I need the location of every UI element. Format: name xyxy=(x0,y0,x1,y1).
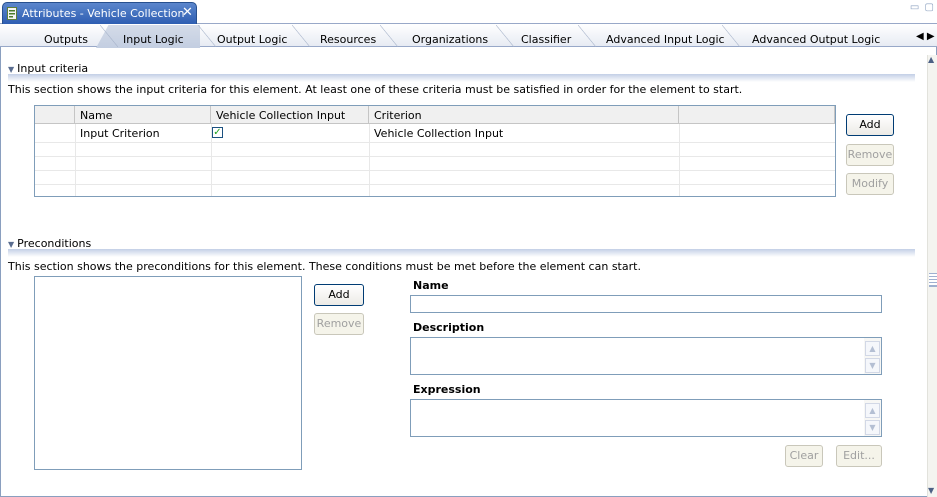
scroll-up-icon[interactable]: ▲ xyxy=(865,403,880,418)
edit-button[interactable]: Edit... xyxy=(836,445,882,467)
tab-advanced-output-logic[interactable]: Advanced Output Logic xyxy=(752,33,880,47)
vehicle-collection-input-checkbox[interactable]: ✓ xyxy=(212,127,223,138)
editor-tab[interactable]: Attributes - Vehicle Collection ✕ xyxy=(2,2,197,24)
remove-precondition-button[interactable]: Remove xyxy=(314,313,364,335)
row-divider xyxy=(35,170,835,171)
preconditions-list[interactable] xyxy=(34,276,302,470)
twistie-expanded-icon[interactable]: ▼ xyxy=(8,65,14,74)
scroll-up-icon[interactable]: ▲ xyxy=(865,341,880,356)
expression-label: Expression xyxy=(413,383,481,396)
window-controls[interactable]: ▭ ▢ xyxy=(910,2,935,13)
tab-outputs[interactable]: Outputs xyxy=(44,33,88,47)
tab-separator xyxy=(100,25,118,47)
row-divider xyxy=(35,156,835,157)
table-header-extra xyxy=(679,106,835,124)
clear-button[interactable]: Clear xyxy=(785,445,823,467)
attributes-editor-icon xyxy=(7,7,17,20)
table-header-name[interactable]: Name xyxy=(75,106,211,124)
table-header-vehicle-collection-input[interactable]: Vehicle Collection Input xyxy=(211,106,369,124)
table-header-blank xyxy=(35,106,75,124)
tab-separator xyxy=(292,25,310,47)
close-icon[interactable]: ✕ xyxy=(182,5,193,20)
scroll-down-icon[interactable]: ▼ xyxy=(928,486,934,495)
expression-scrollbar[interactable]: ▲ ▼ xyxy=(864,400,881,436)
description-label: Description xyxy=(413,321,485,334)
tab-output-logic[interactable]: Output Logic xyxy=(217,33,287,47)
tab-classifier[interactable]: Classifier xyxy=(521,33,571,47)
scroll-up-icon[interactable]: ▲ xyxy=(928,55,934,64)
tab-separator xyxy=(380,25,398,47)
tab-separator xyxy=(198,25,216,47)
editor-tab-title: Attributes - Vehicle Collection xyxy=(22,7,185,20)
section-divider xyxy=(8,249,915,257)
tab-resources[interactable]: Resources xyxy=(320,33,376,47)
tab-input-logic[interactable]: Input Logic xyxy=(123,33,184,47)
section-divider xyxy=(8,74,915,82)
page-tab-bar: Outputs Input Logic Output Logic Resourc… xyxy=(0,24,937,48)
expression-textarea[interactable]: ▲ ▼ xyxy=(410,399,882,437)
row-divider xyxy=(35,184,835,185)
tab-organizations[interactable]: Organizations xyxy=(412,33,488,47)
input-criteria-table[interactable]: Name Vehicle Collection Input Criterion … xyxy=(34,105,836,197)
cell-name: Input Criterion xyxy=(80,127,160,140)
scrollbar-thumb[interactable] xyxy=(929,273,937,287)
description-scrollbar[interactable]: ▲ ▼ xyxy=(864,338,881,374)
remove-criterion-button[interactable]: Remove xyxy=(846,144,894,166)
cell-criterion: Vehicle Collection Input xyxy=(374,127,504,140)
editor-tab-strip: Attributes - Vehicle Collection ✕ ▭ ▢ xyxy=(0,0,937,24)
modify-criterion-button[interactable]: Modify xyxy=(846,173,894,195)
add-precondition-button[interactable]: Add xyxy=(314,284,364,306)
tab-separator xyxy=(722,25,740,47)
description-textarea[interactable]: ▲ ▼ xyxy=(410,337,882,375)
tab-separator xyxy=(496,25,514,47)
table-header-criterion[interactable]: Criterion xyxy=(369,106,679,124)
name-label: Name xyxy=(413,279,449,292)
tab-separator xyxy=(578,25,596,47)
twistie-expanded-icon[interactable]: ▼ xyxy=(8,240,14,249)
main-scrollbar[interactable]: ▲ ▼ xyxy=(927,55,937,497)
name-input[interactable] xyxy=(410,295,882,313)
scroll-down-icon[interactable]: ▼ xyxy=(865,358,880,373)
row-divider xyxy=(35,142,835,143)
tab-scroll-arrows[interactable]: ◀ ▶ xyxy=(916,31,935,42)
input-criteria-description: This section shows the input criteria fo… xyxy=(8,83,743,96)
scroll-down-icon[interactable]: ▼ xyxy=(865,420,880,435)
column-divider xyxy=(679,124,680,196)
tab-advanced-input-logic[interactable]: Advanced Input Logic xyxy=(606,33,725,47)
preconditions-description: This section shows the preconditions for… xyxy=(8,260,641,273)
add-criterion-button[interactable]: Add xyxy=(846,114,894,136)
